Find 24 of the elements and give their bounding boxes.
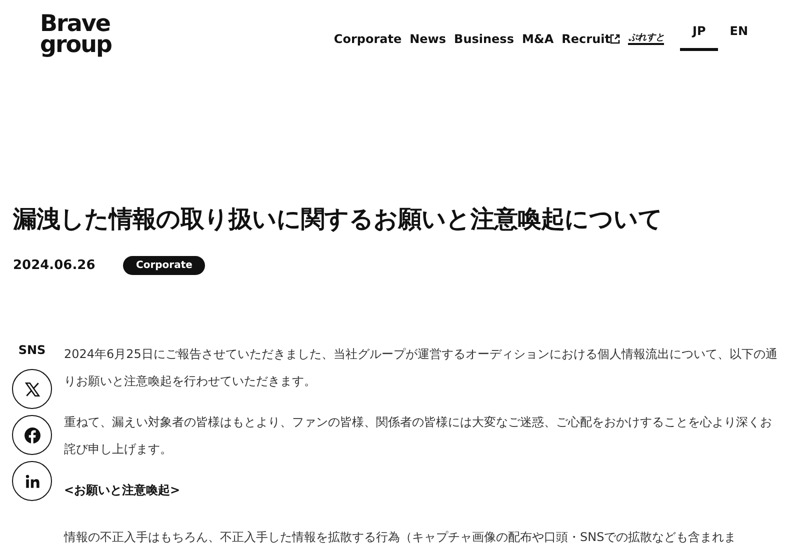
nav-link[interactable]: Corporate [334, 30, 402, 48]
share-button[interactable] [12, 369, 52, 410]
linkedin-icon [24, 472, 40, 490]
sns-label: SNS [17, 342, 47, 360]
x-logo-icon [24, 380, 40, 398]
section-heading: <お願いと注意喚起> [64, 482, 182, 500]
language-tab[interactable]: EN [718, 22, 760, 51]
nav-link[interactable]: M&A [522, 30, 554, 48]
external-link-icon [610, 34, 620, 44]
nav-link[interactable]: News [410, 30, 446, 48]
body-paragraph: 2024年6月25日にご報告させていただきました、当社グループが運営するオーディションにおける個人情報流出について、以下の通りお願いと注意喚起を行わせていただきます。 [64, 346, 778, 390]
body-paragraph: 重ねて、漏えい対象者の皆様はもとより、ファンの皆様、関係者の皆様には大変なご迷惑、ご心配をおかけすることを心より深くお詫び申し上げます。 [64, 414, 773, 458]
article-date: 2024.06.26 [13, 256, 96, 275]
nav-link[interactable]: Recruit [562, 30, 620, 48]
category-tag[interactable]: Corporate [123, 256, 206, 276]
share-button[interactable] [12, 415, 52, 456]
body-paragraph: 情報の不正入手はもちろん、不正入手した情報を拡散する行為（キャプチャ画像の配布や口頭・SNSでの拡散なども含まれま [64, 529, 738, 546]
article-title: 漏洩した情報の取り扱いに関するお願いと注意喚起について [13, 205, 664, 234]
facebook-icon [24, 426, 40, 444]
share-button[interactable] [12, 461, 52, 502]
language-tab[interactable]: JP [680, 22, 718, 51]
brave-group-logo[interactable]: Brave group [40, 14, 112, 56]
presto-logo-link[interactable]: ぷれすと [628, 34, 664, 44]
nav-link[interactable]: Business [454, 30, 514, 48]
